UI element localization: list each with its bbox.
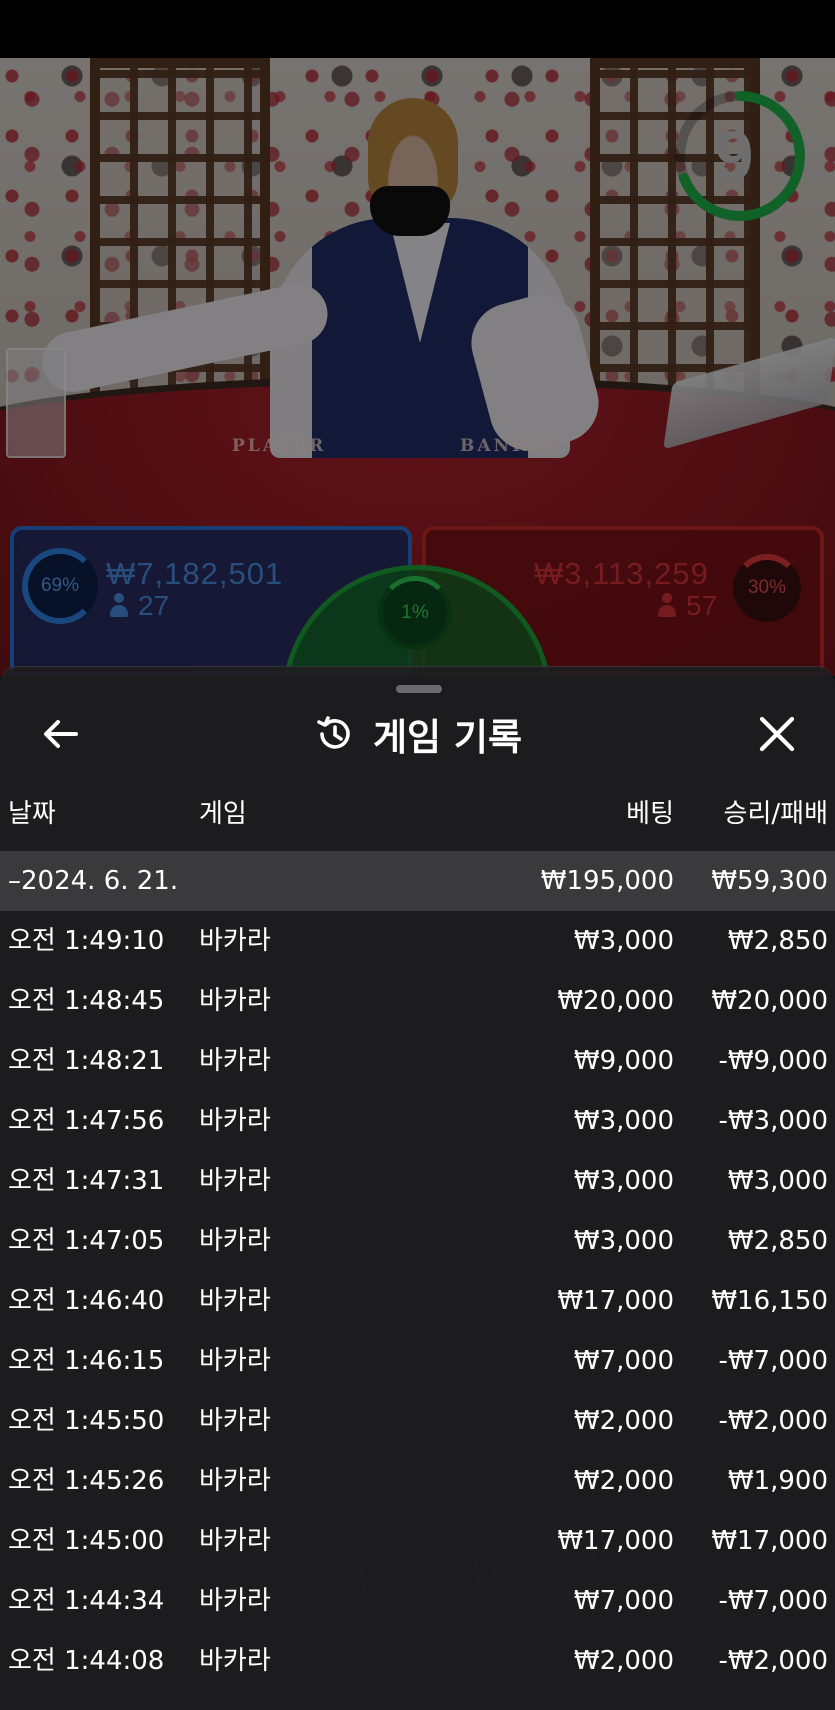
table-row[interactable]: 오전 1:44:08 바카라 ₩2,000 -₩2,000 xyxy=(0,1631,835,1691)
row-time: 오전 1:46:15 xyxy=(8,1346,165,1376)
row-game: 바카라 xyxy=(199,1466,271,1496)
row-bet: ₩7,000 xyxy=(573,1346,674,1376)
row-bet: ₩2,000 xyxy=(573,1406,674,1436)
row-result: ₩2,850 xyxy=(727,926,828,956)
row-game: 바카라 xyxy=(199,926,271,956)
table-row[interactable]: 오전 1:44:34 바카라 ₩7,000 -₩7,000 xyxy=(0,1571,835,1631)
row-game: 바카라 xyxy=(199,1406,271,1436)
row-time: 오전 1:47:56 xyxy=(8,1106,165,1136)
row-result: ₩17,000 xyxy=(711,1526,828,1556)
row-bet: ₩9,000 xyxy=(573,1046,674,1076)
table-row[interactable]: 오전 1:49:10 바카라 ₩3,000 ₩2,850 xyxy=(0,911,835,971)
day-result-total: ₩59,300 xyxy=(711,866,828,896)
row-result: -₩7,000 xyxy=(718,1346,828,1376)
row-time: 오전 1:44:08 xyxy=(8,1646,165,1676)
game-history-sheet: 게임 기록 날짜 게임 베팅 승리/패배 –2024. 6. 21. ₩195,… xyxy=(0,666,835,1710)
table-row[interactable]: 오전 1:47:56 바카라 ₩3,000 -₩3,000 xyxy=(0,1091,835,1151)
row-game: 바카라 xyxy=(199,1106,271,1136)
row-bet: ₩20,000 xyxy=(557,986,674,1016)
row-time: 오전 1:48:45 xyxy=(8,986,165,1016)
row-time: 오전 1:45:50 xyxy=(8,1406,165,1436)
table-row[interactable]: 오전 1:45:26 바카라 ₩2,000 ₩1,900 xyxy=(0,1451,835,1511)
row-game: 바카라 xyxy=(199,1286,271,1316)
history-table: 날짜 게임 베팅 승리/패배 –2024. 6. 21. ₩195,000 ₩5… xyxy=(0,787,835,1691)
row-result: -₩3,000 xyxy=(718,1106,828,1136)
row-game: 바카라 xyxy=(199,986,271,1016)
row-game: 바카라 xyxy=(199,1526,271,1556)
row-result: -₩7,000 xyxy=(718,1586,828,1616)
table-row[interactable]: 오전 1:47:05 바카라 ₩3,000 ₩2,850 xyxy=(0,1211,835,1271)
row-bet: ₩17,000 xyxy=(557,1526,674,1556)
row-game: 바카라 xyxy=(199,1166,271,1196)
col-result-header: 승리/패배 xyxy=(723,799,828,829)
row-game: 바카라 xyxy=(199,1046,271,1076)
row-bet: ₩3,000 xyxy=(573,1106,674,1136)
row-game: 바카라 xyxy=(199,1586,271,1616)
row-bet: ₩2,000 xyxy=(573,1466,674,1496)
row-time: 오전 1:45:00 xyxy=(8,1526,165,1556)
table-row[interactable]: 오전 1:45:00 바카라 ₩17,000 ₩17,000 xyxy=(0,1511,835,1571)
table-row[interactable]: 오전 1:47:31 바카라 ₩3,000 ₩3,000 xyxy=(0,1151,835,1211)
row-time: 오전 1:48:21 xyxy=(8,1046,165,1076)
row-result: ₩3,000 xyxy=(727,1166,828,1196)
row-bet: ₩17,000 xyxy=(557,1286,674,1316)
row-game: 바카라 xyxy=(199,1346,271,1376)
row-result: ₩2,850 xyxy=(727,1226,828,1256)
table-row[interactable]: 오전 1:45:50 바카라 ₩2,000 -₩2,000 xyxy=(0,1391,835,1451)
table-row[interactable]: 오전 1:46:40 바카라 ₩17,000 ₩16,150 xyxy=(0,1271,835,1331)
row-bet: ₩3,000 xyxy=(573,1166,674,1196)
row-bet: ₩3,000 xyxy=(573,926,674,956)
row-time: 오전 1:49:10 xyxy=(8,926,165,956)
history-icon xyxy=(317,716,350,749)
row-time: 오전 1:44:34 xyxy=(8,1586,165,1616)
row-result: -₩9,000 xyxy=(718,1046,828,1076)
day-group-row[interactable]: –2024. 6. 21. ₩195,000 ₩59,300 xyxy=(0,851,835,911)
sheet-header: 게임 기록 xyxy=(0,707,835,761)
row-time: 오전 1:47:31 xyxy=(8,1166,165,1196)
col-game-header: 게임 xyxy=(199,799,247,829)
row-bet: ₩3,000 xyxy=(573,1226,674,1256)
row-bet: ₩2,000 xyxy=(573,1646,674,1676)
table-row[interactable]: 오전 1:46:15 바카라 ₩7,000 -₩7,000 xyxy=(0,1331,835,1391)
table-row[interactable]: 오전 1:48:21 바카라 ₩9,000 -₩9,000 xyxy=(0,1031,835,1091)
col-date-header: 날짜 xyxy=(8,799,56,829)
col-bet-header: 베팅 xyxy=(626,799,674,829)
game-screen: PLAYER BANKER 9 69% ₩7,182,501 27 1% ₩3,… xyxy=(0,0,835,1710)
day-bet-total: ₩195,000 xyxy=(540,866,674,896)
row-time: 오전 1:47:05 xyxy=(8,1226,165,1256)
row-game: 바카라 xyxy=(199,1226,271,1256)
close-button[interactable] xyxy=(754,711,800,757)
row-bet: ₩7,000 xyxy=(573,1586,674,1616)
row-game: 바카라 xyxy=(199,1646,271,1676)
table-header-row: 날짜 게임 베팅 승리/패배 xyxy=(0,787,835,851)
row-result: ₩1,900 xyxy=(727,1466,828,1496)
row-time: 오전 1:46:40 xyxy=(8,1286,165,1316)
row-result: ₩16,150 xyxy=(711,1286,828,1316)
sheet-title: 게임 기록 xyxy=(372,716,523,759)
row-time: 오전 1:45:26 xyxy=(8,1466,165,1496)
close-icon xyxy=(759,716,795,752)
sheet-drag-handle[interactable] xyxy=(396,685,442,693)
row-result: -₩2,000 xyxy=(718,1646,828,1676)
row-result: ₩20,000 xyxy=(711,986,828,1016)
table-row[interactable]: 오전 1:48:45 바카라 ₩20,000 ₩20,000 xyxy=(0,971,835,1031)
day-date: –2024. 6. 21. xyxy=(8,866,179,896)
row-result: -₩2,000 xyxy=(718,1406,828,1436)
